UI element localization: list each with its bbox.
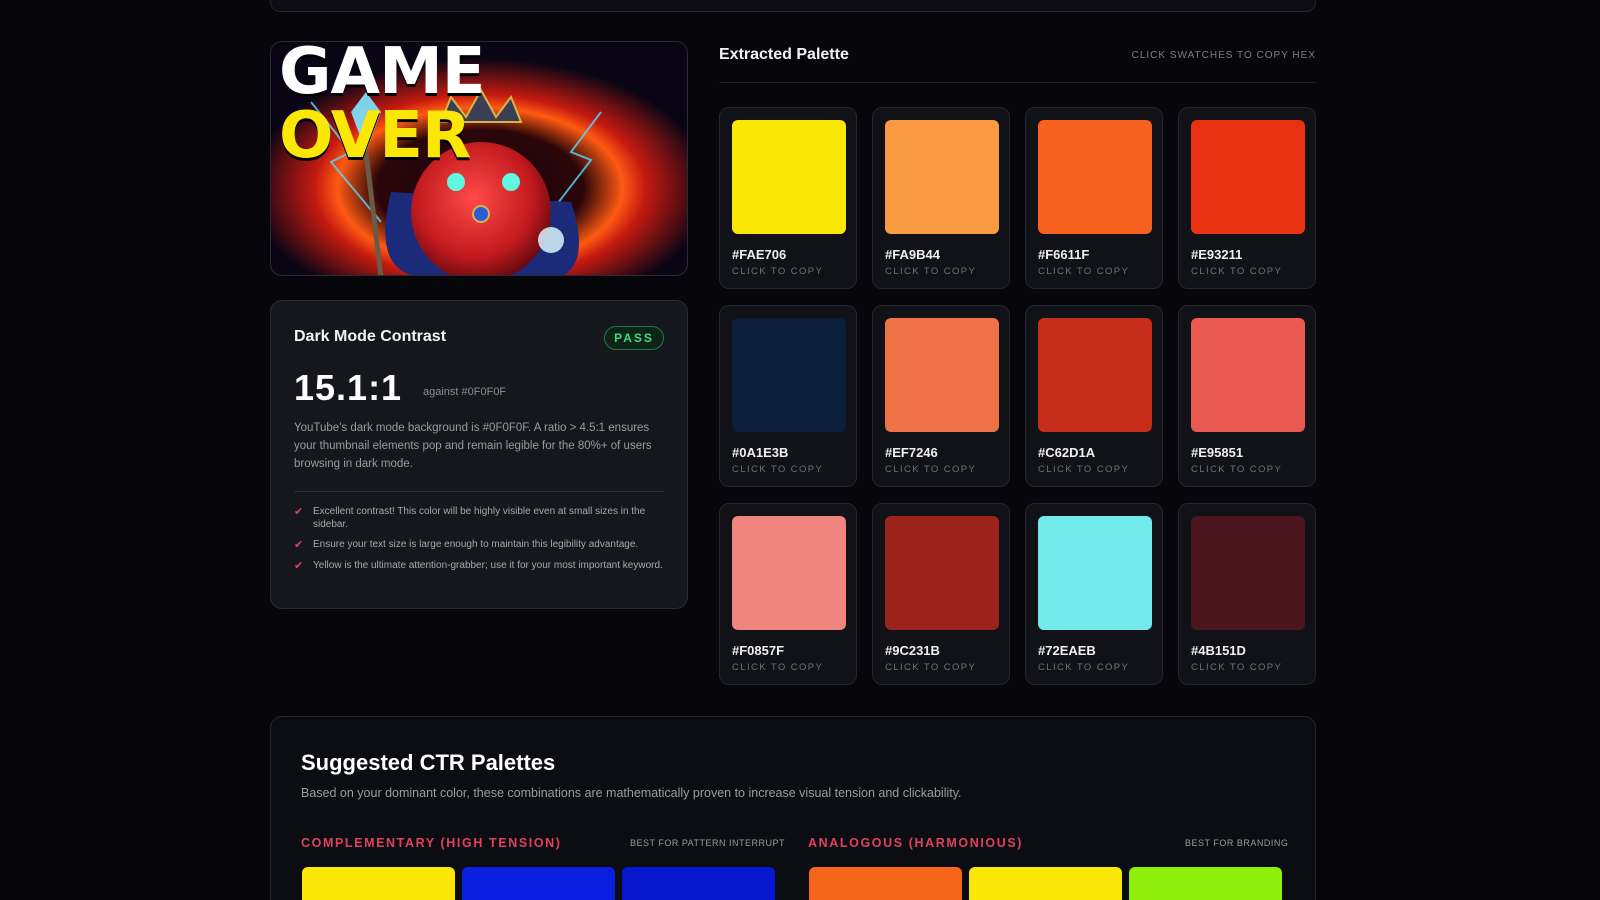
swatch-chip[interactable] [732, 516, 846, 630]
check-icon: ✔ [294, 560, 304, 572]
divider [294, 491, 664, 492]
swatch-chip[interactable] [1191, 516, 1305, 630]
swatch-hex: #E95851 [1191, 445, 1244, 460]
tip-item: ✔ Yellow is the ultimate attention-grabb… [294, 559, 664, 573]
color-swatch[interactable]: #E95851 CLICK TO COPY [1178, 305, 1316, 487]
palette-color-bar[interactable] [462, 867, 615, 900]
suggested-description: Based on your dominant color, these comb… [301, 786, 962, 800]
tip-text: Excellent contrast! This color will be h… [313, 506, 646, 530]
swatch-hex: #FAE706 [732, 247, 787, 262]
thumbnail-title-yellow: OVER [279, 99, 471, 173]
palette-title: Extracted Palette [719, 46, 849, 63]
color-swatch[interactable]: #E93211 CLICK TO COPY [1178, 107, 1316, 289]
analogous-title: ANALOGOUS (HARMONIOUS) [808, 836, 1024, 850]
swatch-hex: #C62D1A [1038, 445, 1096, 460]
contrast-ratio: 15.1:1 [294, 367, 403, 408]
complementary-title: COMPLEMENTARY (HIGH TENSION) [301, 836, 562, 850]
palette-color-bar[interactable] [622, 867, 775, 900]
swatch-copy-label: CLICK TO COPY [885, 266, 977, 277]
complementary-note: BEST FOR PATTERN INTERRUPT [630, 838, 786, 848]
analogous-bars [809, 867, 1282, 900]
suggested-palettes-panel: Suggested CTR Palettes Based on your dom… [270, 716, 1316, 900]
swatch-chip[interactable] [1038, 516, 1152, 630]
check-icon: ✔ [294, 539, 304, 551]
swatch-hex: #0A1E3B [732, 445, 789, 460]
complementary-bars [302, 867, 775, 900]
tip-text: Ensure your text size is large enough to… [313, 539, 639, 550]
palette-divider [719, 82, 1316, 83]
pass-badge: PASS [604, 326, 664, 350]
swatch-copy-label: CLICK TO COPY [1191, 464, 1283, 475]
thumbnail-title: GAME OVER [279, 42, 687, 168]
color-swatch[interactable]: #F6611F CLICK TO COPY [1025, 107, 1163, 289]
color-swatch[interactable]: #F0857F CLICK TO COPY [719, 503, 857, 685]
top-panel-edge [270, 0, 1316, 12]
contrast-description: YouTube's dark mode background is #0F0F0… [294, 422, 652, 470]
tip-item: ✔ Excellent contrast! This color will be… [294, 505, 664, 531]
analogous-note: BEST FOR BRANDING [1185, 838, 1289, 848]
palette-hint: CLICK SWATCHES TO COPY HEX [1131, 50, 1316, 61]
swatch-copy-label: CLICK TO COPY [732, 464, 824, 475]
check-icon: ✔ [294, 506, 304, 518]
color-swatch[interactable]: #FAE706 CLICK TO COPY [719, 107, 857, 289]
swatch-hex: #F6611F [1038, 247, 1090, 262]
swatch-chip[interactable] [732, 120, 846, 234]
suggested-title: Suggested CTR Palettes [301, 750, 556, 775]
color-swatch[interactable]: #EF7246 CLICK TO COPY [872, 305, 1010, 487]
swatch-copy-label: CLICK TO COPY [1038, 464, 1130, 475]
swatch-copy-label: CLICK TO COPY [1038, 266, 1130, 277]
tip-text: Yellow is the ultimate attention-grabber… [313, 560, 663, 571]
swatch-hex: #4B151D [1191, 643, 1246, 658]
swatch-hex: #F0857F [732, 643, 785, 658]
tips-list: ✔ Excellent contrast! This color will be… [294, 505, 664, 580]
swatch-chip[interactable] [885, 120, 999, 234]
swatch-copy-label: CLICK TO COPY [1191, 266, 1283, 277]
palette-color-bar[interactable] [969, 867, 1122, 900]
swatch-chip[interactable] [885, 318, 999, 432]
swatch-chip[interactable] [885, 516, 999, 630]
palette-color-bar[interactable] [1129, 867, 1282, 900]
color-swatch[interactable]: #FA9B44 CLICK TO COPY [872, 107, 1010, 289]
swatch-copy-label: CLICK TO COPY [732, 662, 824, 673]
color-swatch[interactable]: #C62D1A CLICK TO COPY [1025, 305, 1163, 487]
swatch-copy-label: CLICK TO COPY [732, 266, 824, 277]
contrast-against: against #0F0F0F [423, 386, 507, 398]
swatch-hex: #72EAEB [1038, 643, 1096, 658]
color-swatch[interactable]: #4B151D CLICK TO COPY [1178, 503, 1316, 685]
contrast-title: Dark Mode Contrast [294, 328, 447, 345]
thumbnail-preview: GAME OVER [270, 41, 688, 276]
swatch-hex: #9C231B [885, 643, 940, 658]
contrast-card: Dark Mode Contrast PASS 15.1:1 against #… [270, 300, 688, 609]
color-swatch[interactable]: #9C231B CLICK TO COPY [872, 503, 1010, 685]
swatch-chip[interactable] [1191, 318, 1305, 432]
color-swatch[interactable]: #72EAEB CLICK TO COPY [1025, 503, 1163, 685]
swatch-chip[interactable] [1191, 120, 1305, 234]
swatch-copy-label: CLICK TO COPY [1038, 662, 1130, 673]
swatch-chip[interactable] [1038, 318, 1152, 432]
swatch-chip[interactable] [732, 318, 846, 432]
color-swatch[interactable]: #0A1E3B CLICK TO COPY [719, 305, 857, 487]
swatch-hex: #FA9B44 [885, 247, 940, 262]
swatch-copy-label: CLICK TO COPY [1191, 662, 1283, 673]
palette-color-bar[interactable] [809, 867, 962, 900]
tip-item: ✔ Ensure your text size is large enough … [294, 538, 664, 552]
swatch-copy-label: CLICK TO COPY [885, 662, 977, 673]
swatch-hex: #E93211 [1191, 247, 1243, 262]
swatch-hex: #EF7246 [885, 445, 938, 460]
palette-color-bar[interactable] [302, 867, 455, 900]
swatch-chip[interactable] [1038, 120, 1152, 234]
swatch-copy-label: CLICK TO COPY [885, 464, 977, 475]
